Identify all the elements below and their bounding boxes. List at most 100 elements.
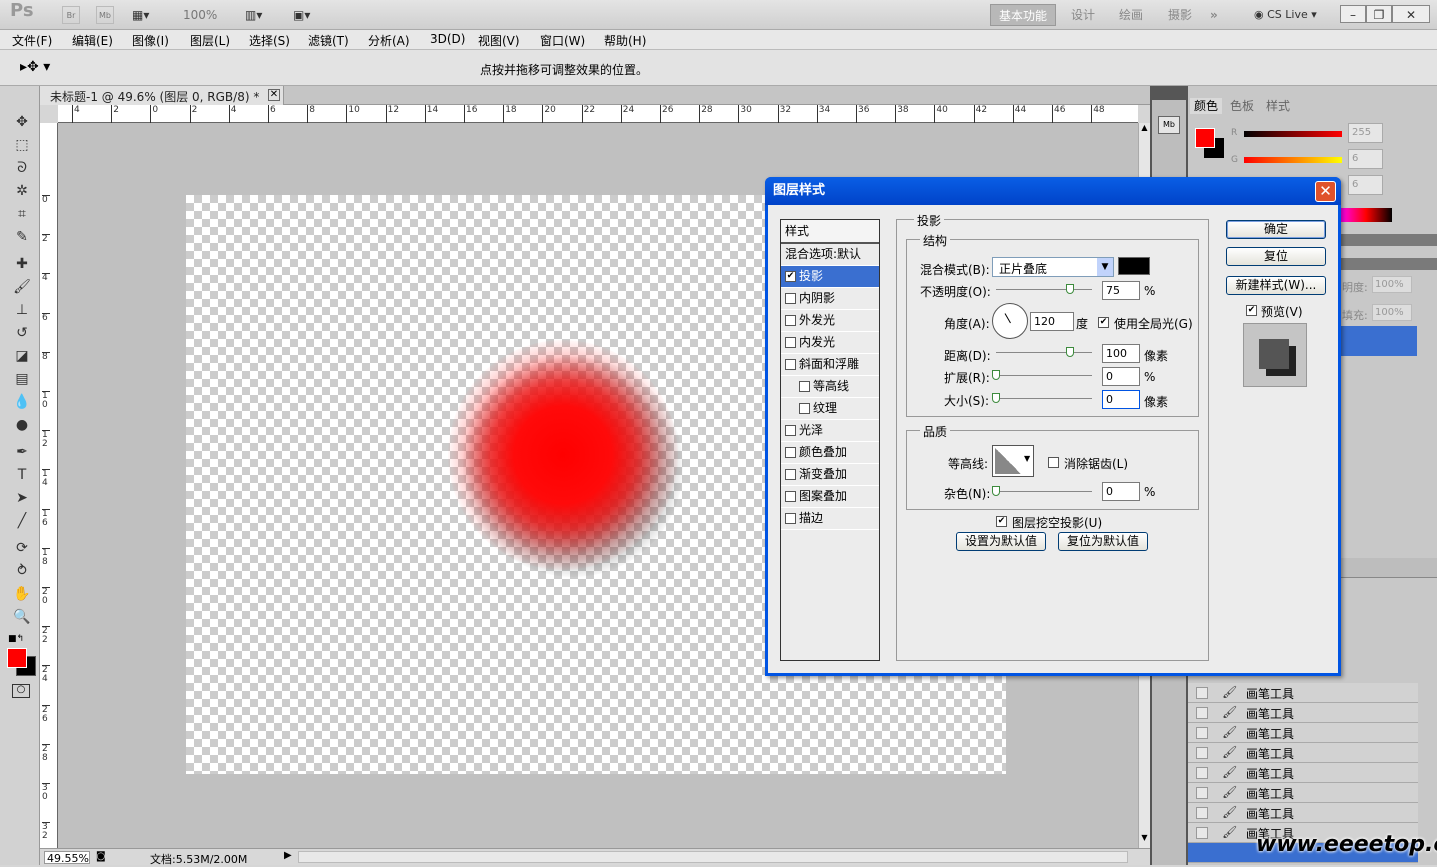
workspace-design[interactable]: 设计 bbox=[1063, 4, 1103, 26]
blend-mode-select[interactable]: 正片叠底 ▼ bbox=[992, 257, 1114, 277]
hand-tool-icon[interactable]: ✋ bbox=[11, 584, 33, 604]
3d-orbit-icon[interactable]: ⥁ bbox=[11, 561, 33, 581]
history-checkbox[interactable] bbox=[1196, 787, 1208, 799]
spread-slider[interactable] bbox=[996, 375, 1092, 376]
styles-header[interactable]: 样式 bbox=[781, 220, 879, 244]
close-window-button[interactable]: ✕ bbox=[1392, 5, 1430, 23]
r-value[interactable]: 255 bbox=[1348, 123, 1383, 143]
view-extras-icon[interactable]: ▦▾ bbox=[132, 6, 149, 24]
path-selection-icon[interactable]: ➤ bbox=[11, 488, 33, 508]
menu-select[interactable]: 选择(S) bbox=[249, 32, 290, 49]
preview-checkbox[interactable]: ✔ bbox=[1246, 303, 1260, 317]
quick-selection-icon[interactable]: ✲ bbox=[11, 181, 33, 201]
style-checkbox[interactable] bbox=[785, 447, 796, 458]
angle-input[interactable]: 120 bbox=[1030, 312, 1074, 331]
style-item[interactable]: ✔ 投影 bbox=[781, 266, 879, 288]
crop-tool-icon[interactable]: ⌗ bbox=[11, 204, 33, 224]
noise-slider[interactable] bbox=[996, 491, 1092, 492]
shadow-color-swatch[interactable] bbox=[1118, 257, 1150, 275]
color-ramp[interactable] bbox=[1340, 208, 1392, 222]
history-item[interactable]: 🖌 画笔工具 bbox=[1188, 723, 1418, 743]
history-item[interactable]: 🖌 画笔工具 bbox=[1188, 763, 1418, 783]
history-checkbox[interactable] bbox=[1196, 727, 1208, 739]
screen-mode-icon[interactable]: ▣▾ bbox=[293, 6, 310, 24]
lasso-tool-icon[interactable]: ᘐ bbox=[11, 158, 33, 178]
minimize-button[interactable]: – bbox=[1340, 5, 1366, 23]
tab-swatches[interactable]: 色板 bbox=[1226, 98, 1258, 114]
arrange-documents-icon[interactable]: ▥▾ bbox=[245, 6, 262, 24]
global-light-checkbox[interactable]: ✔ bbox=[1098, 315, 1112, 329]
close-tab-icon[interactable]: ✕ bbox=[268, 89, 280, 101]
g-slider[interactable] bbox=[1244, 157, 1342, 163]
workspace-painting[interactable]: 绘画 bbox=[1111, 4, 1151, 26]
history-checkbox[interactable] bbox=[1196, 767, 1208, 779]
contour-picker[interactable]: ▼ bbox=[992, 445, 1034, 477]
style-item[interactable]: 光泽 bbox=[781, 420, 879, 442]
distance-slider-thumb[interactable] bbox=[1066, 347, 1074, 357]
style-item[interactable]: 图案叠加 bbox=[781, 486, 879, 508]
style-item[interactable]: 内阴影 bbox=[781, 288, 879, 310]
reset-default-button[interactable]: 复位为默认值 bbox=[1058, 532, 1148, 551]
history-item[interactable]: 🖌 画笔工具 bbox=[1188, 683, 1418, 703]
history-checkbox[interactable] bbox=[1196, 747, 1208, 759]
workspace-essentials[interactable]: 基本功能 bbox=[990, 4, 1057, 26]
zoom-level[interactable]: 100% bbox=[183, 6, 217, 24]
healing-brush-icon[interactable]: ✚ bbox=[11, 254, 33, 274]
panel-fg-swatch[interactable] bbox=[1195, 128, 1215, 148]
gradient-icon[interactable]: ▤ bbox=[11, 369, 33, 389]
menu-layer[interactable]: 图层(L) bbox=[190, 32, 230, 49]
style-item[interactable]: 斜面和浮雕 bbox=[781, 354, 879, 376]
knockout-checkbox[interactable]: ✔ bbox=[996, 514, 1010, 528]
menu-window[interactable]: 窗口(W) bbox=[540, 32, 585, 49]
noise-slider-thumb[interactable] bbox=[992, 486, 1000, 496]
cs-live-button[interactable]: ◉ CS Live ▾ bbox=[1254, 6, 1317, 24]
style-checkbox[interactable] bbox=[785, 293, 796, 304]
style-checkbox[interactable] bbox=[799, 381, 810, 392]
quick-mask-icon[interactable]: ○ bbox=[12, 684, 30, 698]
style-item[interactable]: 外发光 bbox=[781, 310, 879, 332]
status-menu-icon[interactable]: ◙ bbox=[96, 851, 106, 862]
move-tool-preset-icon[interactable]: ▸✥ ▾ bbox=[20, 59, 50, 75]
eyedropper-icon[interactable]: ✎ bbox=[11, 227, 33, 247]
history-item[interactable]: 🖌 画笔工具 bbox=[1188, 783, 1418, 803]
default-colors-icon[interactable]: ■↰ bbox=[8, 634, 24, 644]
pen-tool-icon[interactable]: ✒ bbox=[11, 442, 33, 462]
layer-fill[interactable]: 100% bbox=[1372, 304, 1412, 321]
type-tool-icon[interactable]: T bbox=[11, 465, 33, 485]
chevron-down-icon[interactable]: ▼ bbox=[1097, 258, 1113, 276]
foreground-color-swatch[interactable] bbox=[7, 648, 27, 668]
style-item[interactable]: 描边 bbox=[781, 508, 879, 530]
spread-input[interactable]: 0 bbox=[1102, 367, 1140, 386]
restore-button[interactable]: ❐ bbox=[1366, 5, 1392, 23]
marquee-tool-icon[interactable]: ⬚ bbox=[11, 135, 33, 155]
style-checkbox[interactable] bbox=[785, 337, 796, 348]
dialog-title[interactable]: 图层样式 bbox=[765, 177, 1341, 205]
menu-3d[interactable]: 3D(D) bbox=[430, 32, 465, 46]
style-checkbox[interactable] bbox=[785, 425, 796, 436]
document-tab-title[interactable]: 未标题-1 @ 49.6% (图层 0, RGB/8) * bbox=[50, 88, 259, 105]
menu-image[interactable]: 图像(I) bbox=[132, 32, 169, 49]
more-workspaces-icon[interactable]: » bbox=[1210, 6, 1218, 24]
menu-file[interactable]: 文件(F) bbox=[12, 32, 52, 49]
tab-styles[interactable]: 样式 bbox=[1262, 98, 1294, 114]
style-checkbox[interactable] bbox=[785, 315, 796, 326]
style-checkbox[interactable]: ✔ bbox=[785, 271, 796, 282]
3d-rotate-icon[interactable]: ⟳ bbox=[11, 538, 33, 558]
style-checkbox[interactable] bbox=[785, 513, 796, 524]
bridge-icon[interactable]: Br bbox=[62, 6, 80, 24]
style-item[interactable]: 颜色叠加 bbox=[781, 442, 879, 464]
angle-dial[interactable] bbox=[992, 303, 1028, 339]
horizontal-scrollbar[interactable] bbox=[298, 851, 1128, 863]
distance-input[interactable]: 100 bbox=[1102, 344, 1140, 363]
history-checkbox[interactable] bbox=[1196, 807, 1208, 819]
status-arrow-icon[interactable]: ▶ bbox=[284, 850, 292, 861]
style-item[interactable]: 纹理 bbox=[781, 398, 879, 420]
brush-tool-icon[interactable]: 🖌 bbox=[11, 277, 33, 297]
history-checkbox[interactable] bbox=[1196, 707, 1208, 719]
history-checkbox[interactable] bbox=[1196, 827, 1208, 839]
ok-button[interactable]: 确定 bbox=[1226, 220, 1326, 239]
clone-stamp-icon[interactable]: ⊥ bbox=[11, 300, 33, 320]
menu-filter[interactable]: 滤镜(T) bbox=[308, 32, 349, 49]
style-item[interactable]: 混合选项:默认 bbox=[781, 244, 879, 266]
mini-bridge-panel-icon[interactable]: Mb bbox=[1158, 116, 1180, 134]
